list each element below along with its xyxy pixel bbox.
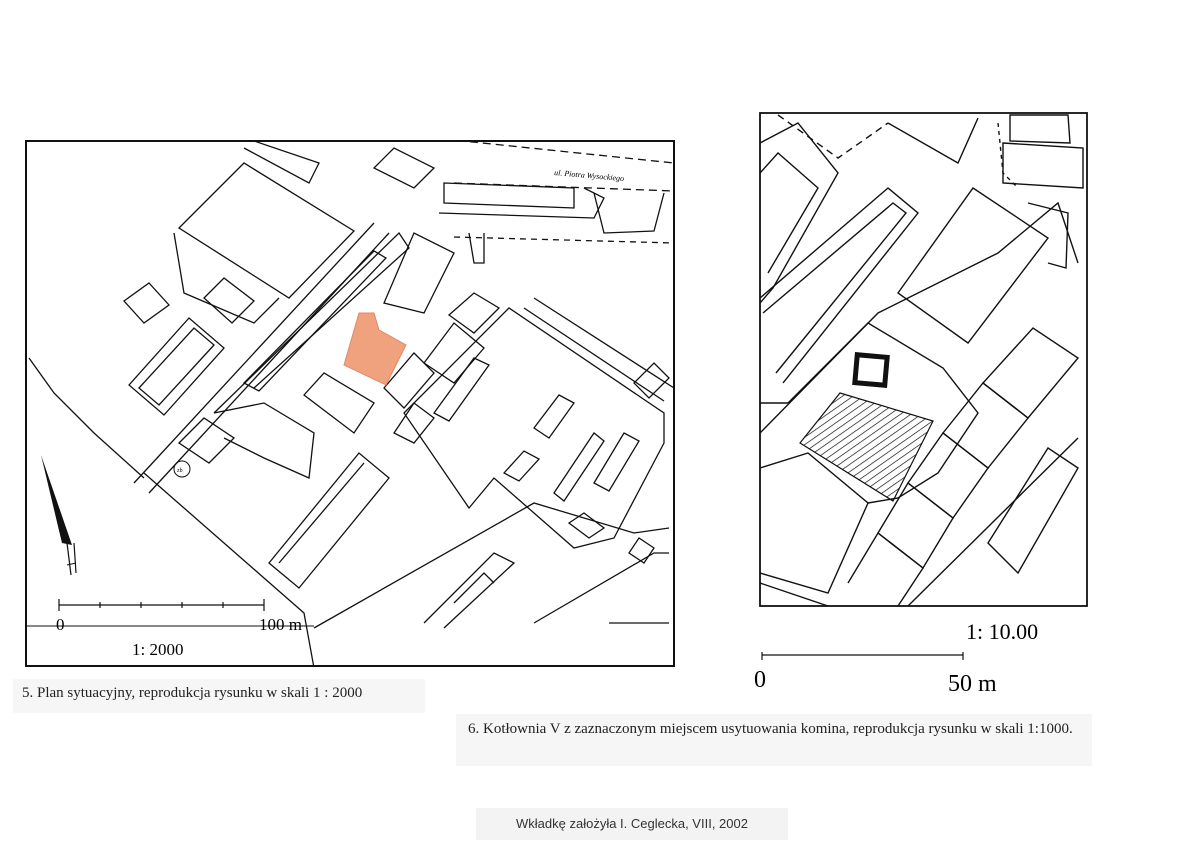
building: [393, 402, 435, 444]
building: [1002, 142, 1084, 189]
left-scale-start-label: 0: [56, 615, 65, 634]
left-map-caption-text: 5. Plan sytuacyjny, reprodukcja rysunku …: [22, 685, 363, 701]
building: [760, 122, 839, 304]
road-edge: [423, 552, 516, 629]
street-label: ul. Piotra Wysockiego: [554, 168, 625, 183]
zb-label: zb: [177, 468, 183, 474]
road-edge: [907, 437, 1079, 606]
road-edge: [28, 357, 145, 479]
footer-credit: Wkładkę założyła I. Ceglecka, VIII, 2002: [516, 816, 748, 831]
building: [1009, 114, 1071, 144]
street-line: [456, 141, 674, 164]
building: [177, 162, 356, 299]
building: [123, 282, 170, 324]
right-scale-start-label: 0: [754, 667, 766, 693]
building: [593, 432, 640, 492]
building: [760, 187, 919, 384]
left-map-caption: 5. Plan sytuacyjny, reprodukcja rysunku …: [13, 679, 425, 713]
left-map-panel: ul. Piotra Wysockiego zb 0 100 m 1: 2000: [14, 133, 678, 673]
left-map-frame: [25, 140, 675, 667]
road-edge: [313, 502, 670, 629]
building: [438, 187, 605, 219]
road-edge: [533, 552, 669, 624]
right-map-panel: 1: 10.00 0 50 m: [748, 103, 1093, 708]
building: [523, 307, 665, 402]
building: [533, 297, 674, 389]
building: [847, 531, 924, 606]
building: [762, 202, 907, 374]
building: [567, 512, 606, 539]
building: [203, 277, 255, 324]
building: [433, 357, 490, 422]
building: [443, 182, 575, 209]
building: [1027, 202, 1069, 269]
right-map-frame: [759, 112, 1088, 607]
road-edge: [593, 192, 665, 234]
road-edge: [133, 222, 375, 484]
building: [981, 327, 1080, 419]
building: [533, 394, 575, 439]
left-site-plan: ul. Piotra Wysockiego zb 0 100 m 1: 2000: [25, 140, 675, 667]
building: [173, 232, 280, 324]
building: [303, 372, 375, 434]
building: [447, 292, 501, 334]
right-scale-end-label: 50 m: [948, 671, 997, 697]
building: [278, 462, 365, 564]
building: [383, 232, 455, 314]
road-edge: [997, 122, 1019, 189]
highlighted-building: [343, 312, 407, 386]
road-edge: [628, 537, 655, 564]
building: [987, 447, 1079, 575]
right-scale-ratio-label: 1: 10.00: [966, 619, 1038, 644]
building: [553, 432, 605, 502]
building: [138, 327, 215, 406]
right-map-caption: 6. Kotłownia V z zaznaczonym miejscem us…: [456, 714, 1092, 766]
left-scale-end-label: 100 m: [259, 615, 302, 634]
building: [268, 452, 390, 589]
building: [243, 141, 320, 184]
north-arrow-icon: [41, 455, 77, 576]
road-edge: [760, 201, 1079, 434]
chimney-marker: [852, 352, 890, 388]
left-scale-ratio-label: 1: 2000: [132, 640, 183, 659]
right-map-caption-text: 6. Kotłownia V z zaznaczonym miejscem us…: [468, 721, 1073, 737]
left-scale-bar: [58, 599, 265, 611]
footer-credit-box: Wkładkę założyła I. Ceglecka, VIII, 2002: [476, 808, 788, 840]
road-edge: [143, 472, 315, 666]
road-edge: [760, 582, 829, 606]
right-site-plan: 1: 10.00 0 50 m: [754, 112, 1088, 697]
building: [372, 147, 436, 189]
building: [213, 402, 315, 479]
building: [502, 450, 541, 482]
road-edge: [777, 114, 889, 159]
building: [887, 117, 979, 164]
right-scale-bar: [761, 652, 964, 660]
boiler-house-hatched: [799, 392, 934, 502]
building: [942, 382, 1029, 469]
